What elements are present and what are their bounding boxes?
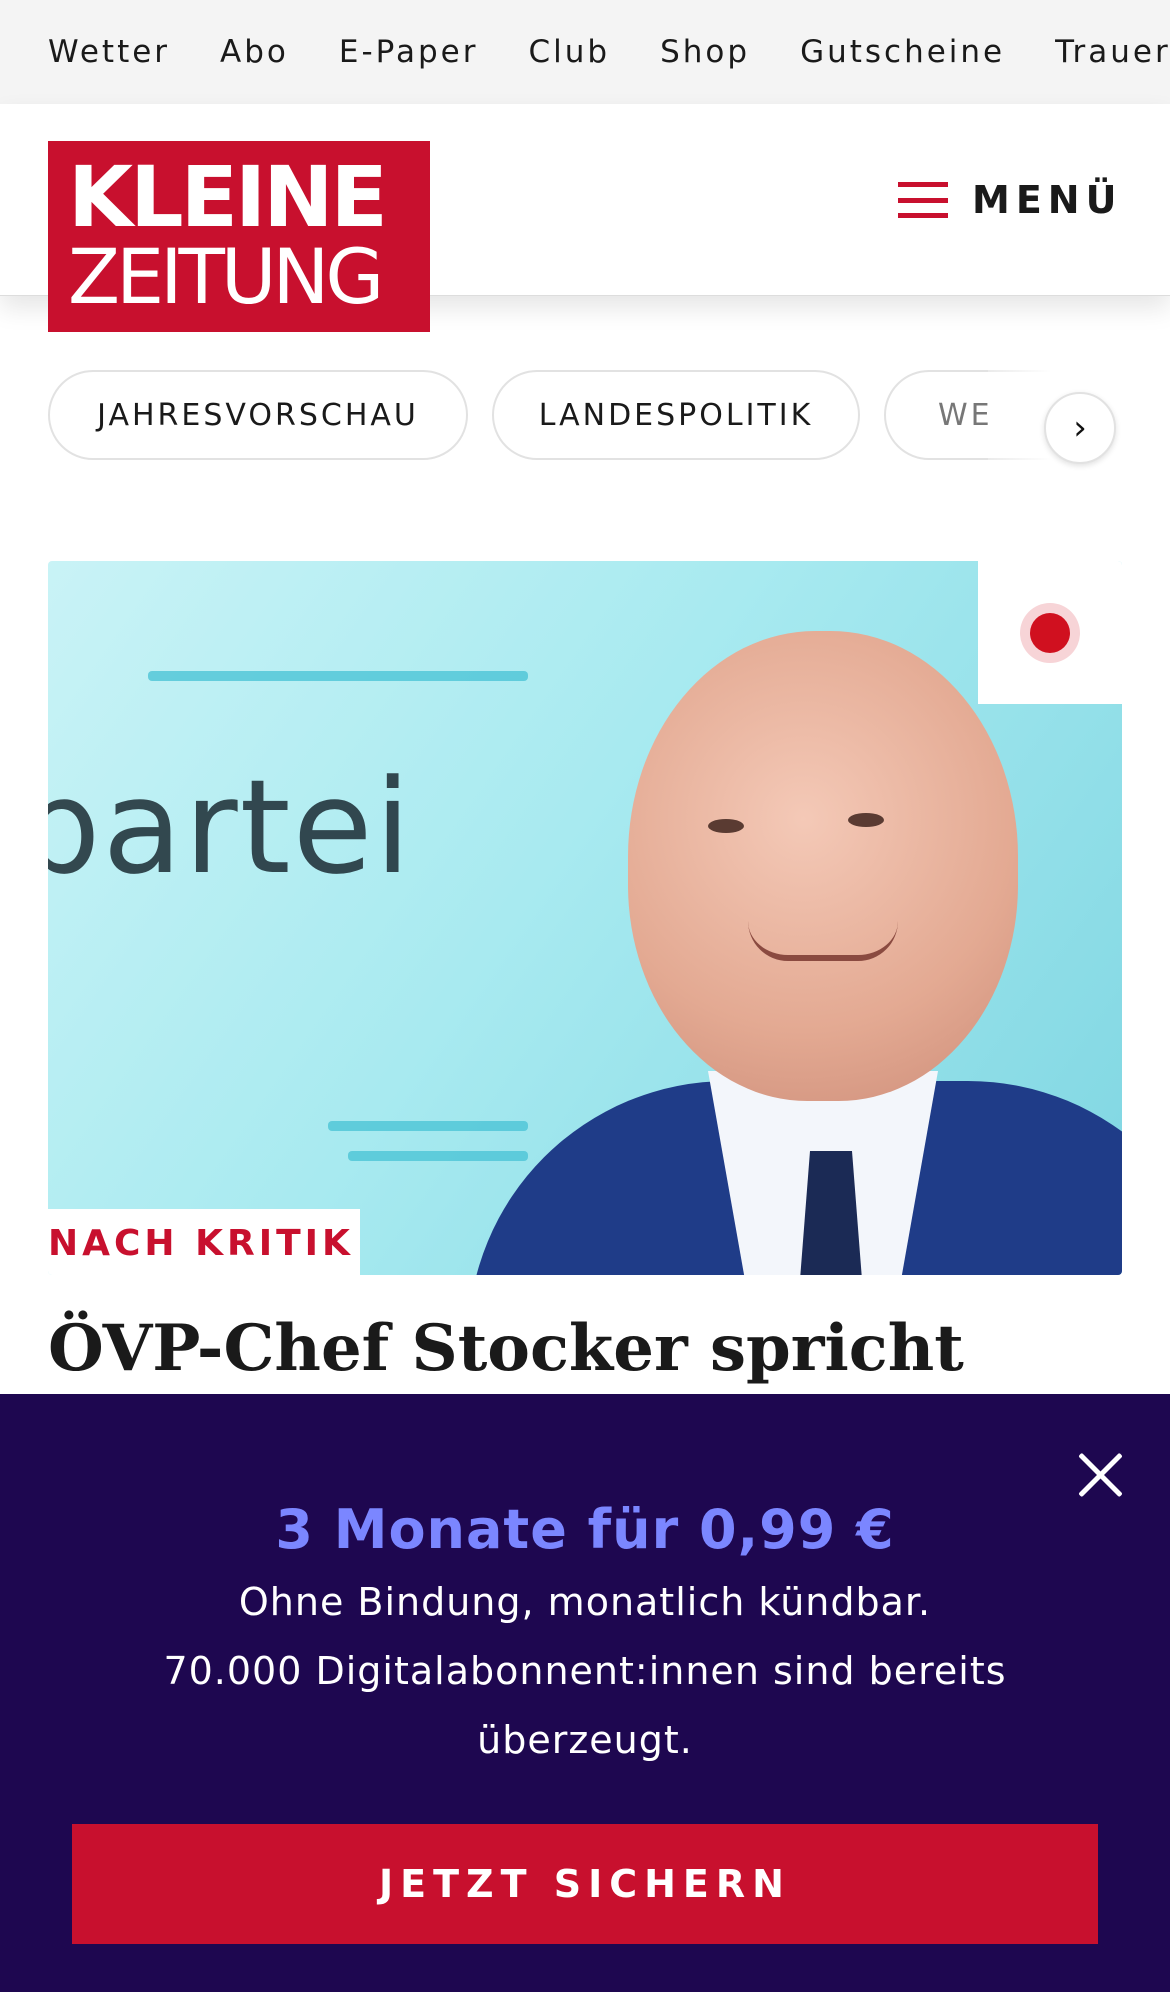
tags-scroll-right-button[interactable]: › xyxy=(1044,392,1116,464)
hamburger-icon xyxy=(898,182,948,218)
live-dot-icon xyxy=(1030,613,1070,653)
promo-text-line-2: 70.000 Digitalabonnent:innen sind bereit… xyxy=(163,1649,1007,1693)
article-kicker: NACH KRITIK xyxy=(48,1223,354,1264)
topnav-link-shop[interactable]: Shop xyxy=(660,34,750,70)
article-image[interactable]: partei NACH KRITIK xyxy=(48,561,1122,1275)
site-header: KLEINE ZEITUNG MENÜ xyxy=(0,104,1170,332)
kicker-box: NACH KRITIK xyxy=(48,1209,360,1275)
menu-button[interactable]: MENÜ xyxy=(898,164,1122,236)
background-text: partei xyxy=(48,751,413,903)
kleine-zeitung-logo[interactable]: KLEINE ZEITUNG xyxy=(48,141,430,332)
article-headline[interactable]: ÖVP-Chef Stocker spricht xyxy=(48,1308,1122,1390)
topnav-link-trauerportal[interactable]: Trauerpo xyxy=(1055,34,1170,70)
tag-landespolitik[interactable]: LANDESPOLITIK xyxy=(492,370,860,460)
background-line xyxy=(328,1121,528,1131)
chevron-right-icon: › xyxy=(1073,408,1087,448)
close-icon[interactable] xyxy=(1070,1444,1130,1504)
topnav-link-gutscheine[interactable]: Gutscheine xyxy=(800,34,1005,70)
topnav-link-club[interactable]: Club xyxy=(528,34,610,70)
promo-title: 3 Monate für 0,99 € xyxy=(275,1498,895,1561)
subscription-promo-banner: 3 Monate für 0,99 € Ohne Bindung, monatl… xyxy=(0,1394,1170,1992)
menu-label: MENÜ xyxy=(972,178,1123,222)
logo-line-1: KLEINE xyxy=(68,148,388,246)
top-navigation-list: Wetter Abo E-Paper Club Shop Gutscheine … xyxy=(48,0,1170,104)
promo-text-line-1: Ohne Bindung, monatlich kündbar. xyxy=(238,1580,932,1624)
topnav-link-wetter[interactable]: Wetter xyxy=(48,34,170,70)
tag-jahresvorschau[interactable]: JAHRESVORSCHAU xyxy=(48,370,468,460)
person-mouth xyxy=(748,921,898,961)
person-eye xyxy=(708,819,744,833)
topnav-link-epaper[interactable]: E-Paper xyxy=(339,34,479,70)
top-navigation: Wetter Abo E-Paper Club Shop Gutscheine … xyxy=(0,0,1170,104)
background-line xyxy=(348,1151,528,1161)
background-line xyxy=(148,671,528,681)
live-badge xyxy=(978,561,1122,704)
promo-text-line-3: überzeugt. xyxy=(477,1718,693,1762)
person-head xyxy=(628,631,1018,1101)
topnav-link-abo[interactable]: Abo xyxy=(220,34,289,70)
person-eye xyxy=(848,813,884,827)
logo-line-2: ZEITUNG xyxy=(68,232,384,321)
subscribe-button[interactable]: JETZT SICHERN xyxy=(72,1824,1098,1944)
